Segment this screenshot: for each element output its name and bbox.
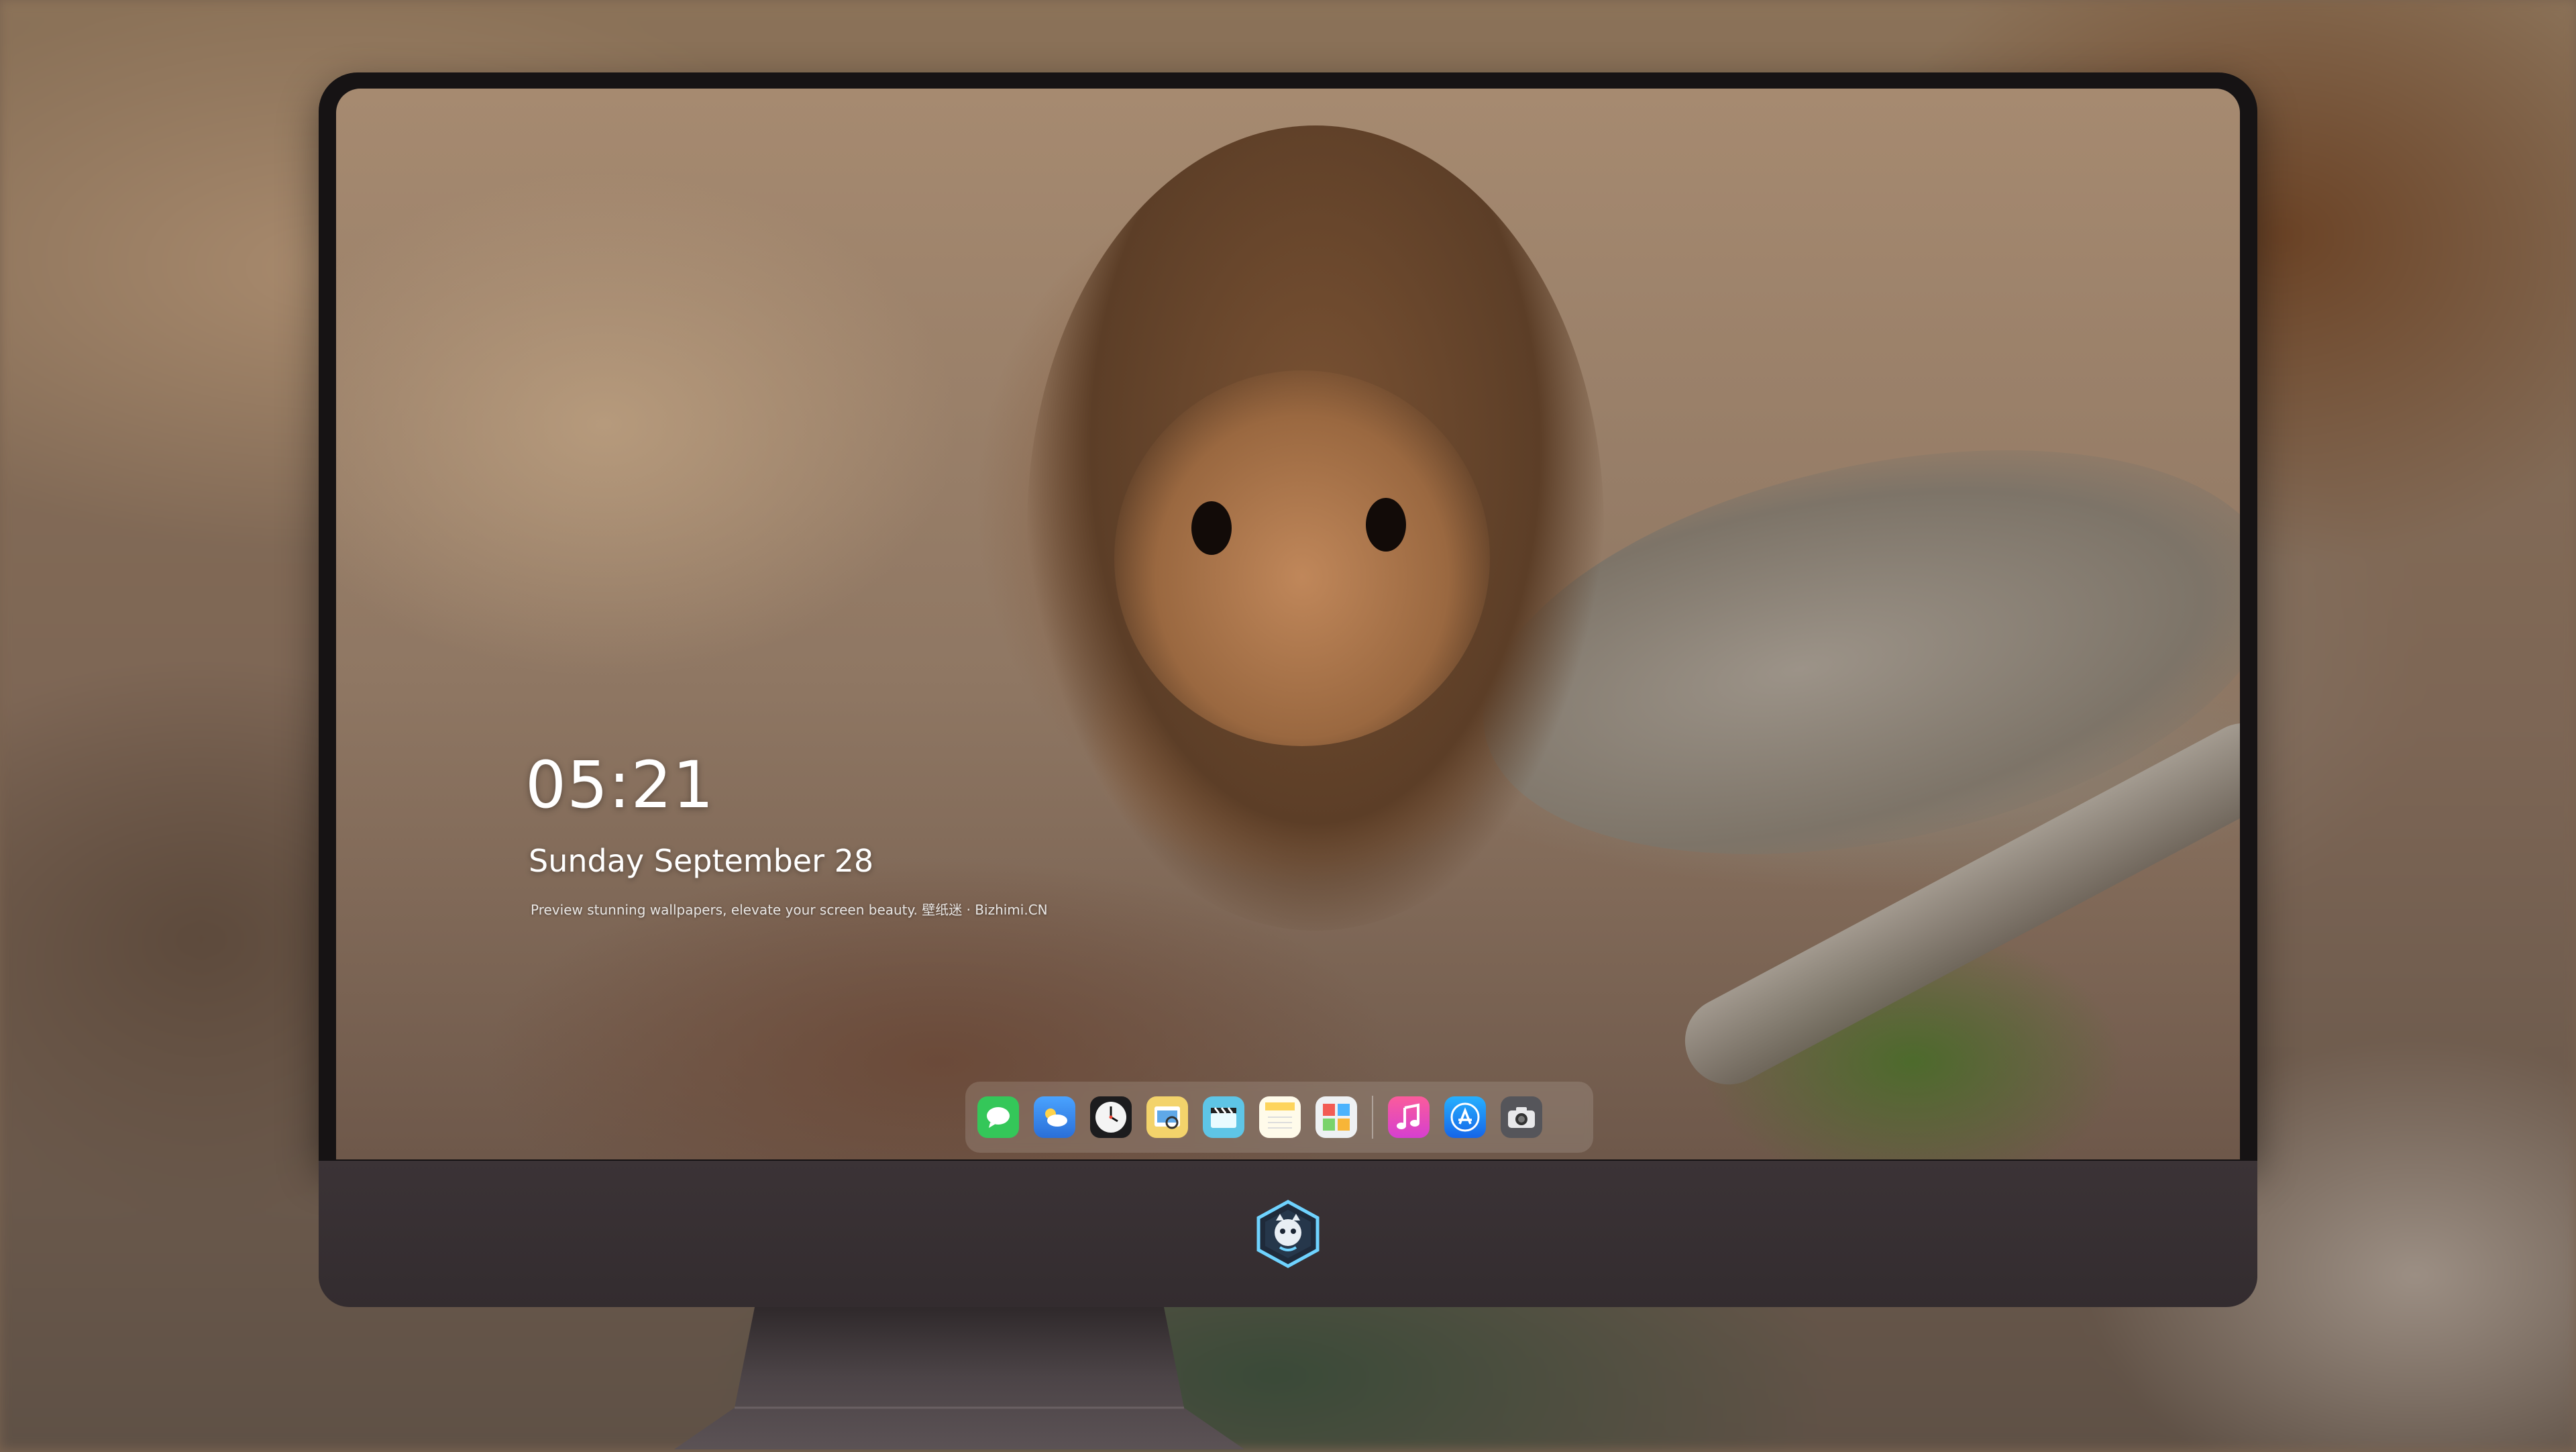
monitor: 05:21 Sunday September 28 Preview stunni…	[319, 72, 2257, 1449]
clapper-icon[interactable]	[1203, 1096, 1244, 1138]
messages-icon[interactable]	[977, 1096, 1019, 1138]
monitor-bezel: 05:21 Sunday September 28 Preview stunni…	[319, 72, 2257, 1161]
lock-clock: 05:21	[525, 747, 714, 823]
camera-icon[interactable]	[1501, 1096, 1542, 1138]
app-store-icon[interactable]	[1444, 1096, 1486, 1138]
dock	[965, 1082, 1593, 1153]
preview-icon[interactable]	[1146, 1096, 1188, 1138]
monitor-stand	[674, 1307, 1244, 1449]
clock-icon[interactable]	[1090, 1096, 1132, 1138]
wallpaper-chipmunk-eye	[1366, 498, 1406, 552]
brand-logo-icon	[1253, 1199, 1323, 1269]
weather-icon[interactable]	[1034, 1096, 1075, 1138]
wallpaper-chipmunk-head	[1114, 370, 1490, 746]
photo-grid-icon[interactable]	[1316, 1096, 1357, 1138]
wallpaper-chipmunk-eye	[1191, 501, 1232, 555]
wallpaper-caption: Preview stunning wallpapers, elevate you…	[531, 902, 1048, 918]
dock-separator	[1372, 1096, 1373, 1139]
music-icon[interactable]	[1388, 1096, 1430, 1138]
notes-icon[interactable]	[1259, 1096, 1301, 1138]
monitor-chin	[319, 1161, 2257, 1307]
lock-screen[interactable]: 05:21 Sunday September 28 Preview stunni…	[336, 89, 2240, 1159]
lock-date: Sunday September 28	[529, 843, 874, 879]
